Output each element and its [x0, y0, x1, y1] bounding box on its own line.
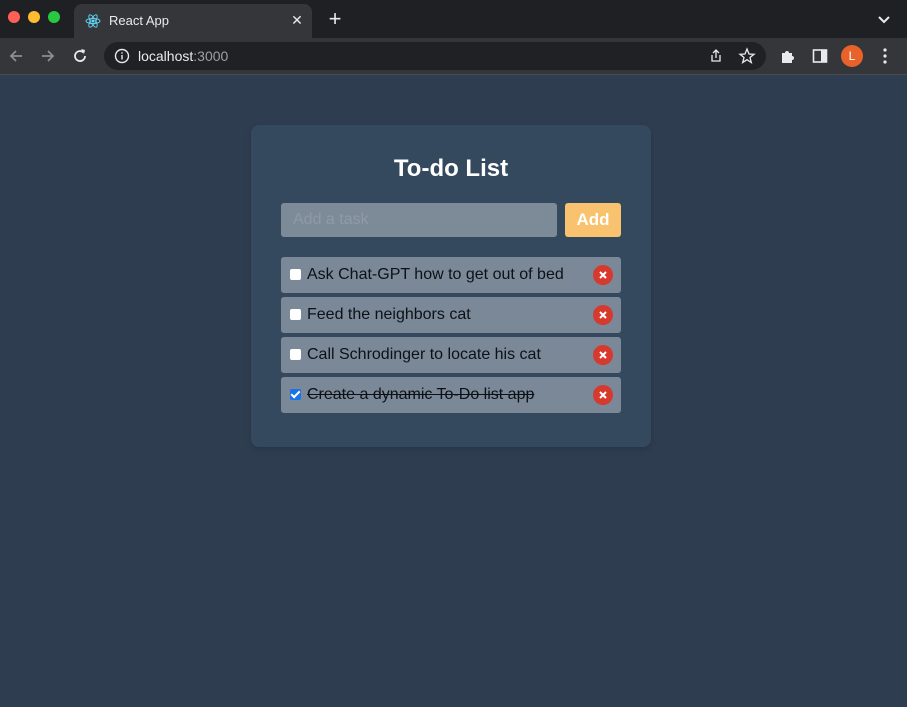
todo-item: Create a dynamic To-Do list app	[281, 377, 621, 413]
todo-text: Create a dynamic To-Do list app	[307, 386, 535, 403]
url-host: localhost	[138, 48, 194, 64]
close-icon	[599, 391, 607, 399]
browser-tab-bar: React App ✕ +	[0, 0, 907, 38]
bookmark-star-icon[interactable]	[738, 47, 756, 65]
add-task-input[interactable]	[281, 203, 557, 237]
delete-todo-button[interactable]	[593, 385, 613, 405]
close-icon	[599, 351, 607, 359]
todo-list: Ask Chat-GPT how to get out of bed Feed …	[281, 257, 621, 417]
url-text: localhost:3000	[138, 48, 228, 64]
todo-checkbox[interactable]	[290, 309, 301, 320]
new-tab-button[interactable]: +	[324, 8, 346, 30]
todo-checkbox[interactable]	[290, 389, 301, 400]
todo-item: Feed the neighbors cat	[281, 297, 621, 333]
profile-avatar[interactable]: L	[841, 45, 863, 67]
window-minimize-button[interactable]	[28, 11, 40, 23]
close-icon	[599, 311, 607, 319]
site-info-icon[interactable]	[114, 48, 130, 64]
browser-menu-kebab-icon[interactable]	[878, 47, 892, 65]
back-arrow-icon[interactable]	[6, 46, 26, 66]
todo-card: To-do List Add Ask Chat-GPT how to get o…	[251, 125, 651, 447]
browser-toolbar: localhost:3000 L	[0, 38, 907, 75]
browser-tab-active[interactable]: React App ✕	[74, 4, 312, 38]
delete-todo-button[interactable]	[593, 265, 613, 285]
todo-item: Call Schrodinger to locate his cat	[281, 337, 621, 373]
delete-todo-button[interactable]	[593, 305, 613, 325]
page-title: To-do List	[393, 155, 509, 182]
todo-checkbox[interactable]	[290, 269, 301, 280]
window-maximize-button[interactable]	[48, 11, 60, 23]
address-bar[interactable]: localhost:3000	[104, 42, 766, 70]
close-icon	[599, 271, 607, 279]
tab-close-icon[interactable]: ✕	[288, 11, 306, 29]
forward-arrow-icon[interactable]	[38, 46, 58, 66]
url-port: :3000	[193, 48, 229, 64]
tab-title: React App	[109, 13, 169, 28]
todo-text: Feed the neighbors cat	[307, 306, 471, 323]
tab-search-chevron-down-icon[interactable]	[875, 10, 893, 28]
side-panel-icon[interactable]	[811, 47, 829, 65]
todo-text: Call Schrodinger to locate his cat	[307, 346, 541, 363]
window-close-button[interactable]	[8, 11, 20, 23]
react-logo-icon	[85, 14, 101, 28]
todo-item: Ask Chat-GPT how to get out of bed	[281, 257, 621, 293]
reload-icon[interactable]	[70, 46, 90, 66]
todo-text: Ask Chat-GPT how to get out of bed	[307, 266, 564, 283]
todo-checkbox[interactable]	[290, 349, 301, 360]
extensions-puzzle-icon[interactable]	[779, 47, 797, 65]
delete-todo-button[interactable]	[593, 345, 613, 365]
add-task-button[interactable]: Add	[565, 203, 621, 237]
share-icon[interactable]	[708, 48, 724, 64]
